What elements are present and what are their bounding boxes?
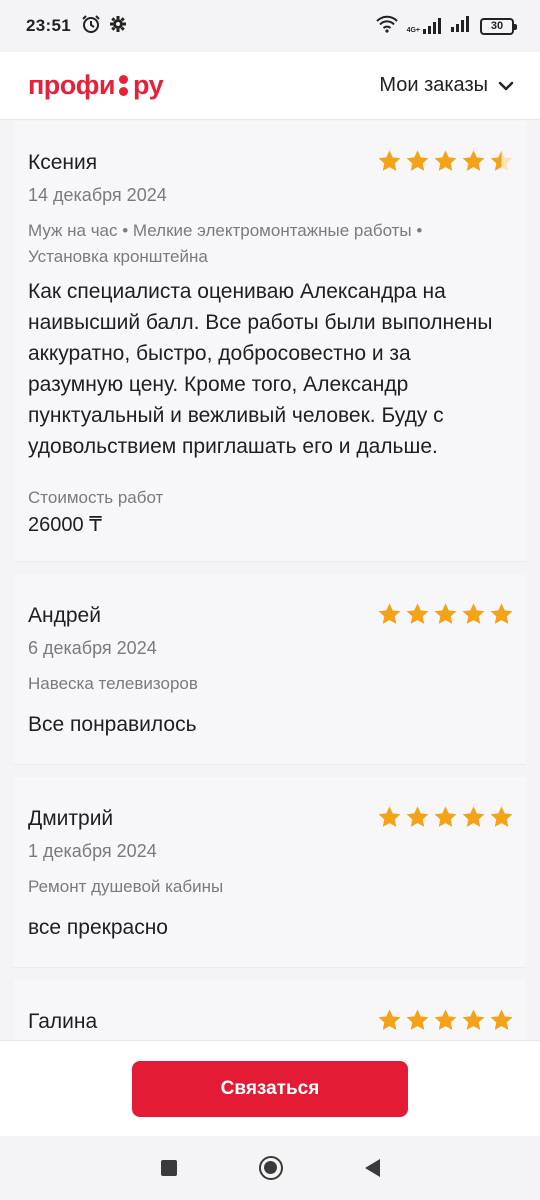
system-nav-bar [0,1136,540,1200]
back-icon[interactable] [364,1159,380,1177]
rating-stars [377,1008,514,1033]
star-half-icon [490,150,513,171]
cost-label: Стоимость работ [28,488,164,507]
star-full-icon [462,806,485,827]
my-orders-dropdown[interactable]: Мои заказы [379,74,514,97]
cost-value: 26000 ₸ [28,514,102,536]
review-card: Дмитрий 1 декабря 2024 Ремонт душевой ка… [14,777,526,968]
star-full-icon [378,1009,401,1030]
status-time: 23:51 [26,16,71,35]
recent-apps-icon[interactable] [160,1160,177,1176]
logo-dots-icon [116,74,132,97]
review-card: Андрей 6 декабря 2024 Навеска телевизоро… [14,574,526,765]
star-full-icon [406,603,429,624]
star-full-icon [462,150,485,171]
app-header: профи ру Мои заказы [0,52,540,120]
star-full-icon [490,806,513,827]
bottom-action-bar: Связаться [0,1040,540,1136]
status-bar: 23:51 4G+ 30 [0,0,540,52]
star-full-icon [434,603,457,624]
review-card: Галина [14,980,526,1041]
star-full-icon [378,806,401,827]
review-text: Как специалиста оцениваю Александра на н… [28,280,493,458]
review-services: Навеска телевизоров [28,674,198,693]
star-full-icon [462,603,485,624]
alarm-icon [81,14,101,39]
star-full-icon [462,1009,485,1030]
settings-gear-icon [109,15,127,38]
wifi-icon [375,15,399,38]
star-full-icon [406,1009,429,1030]
review-services: Муж на час • Мелкие электромонтажные раб… [28,221,423,266]
contact-button[interactable]: Связаться [132,1060,408,1117]
home-icon[interactable] [258,1156,283,1180]
review-date: 6 декабря 2024 [28,638,157,658]
review-services: Ремонт душевой кабины [28,877,224,896]
review-text: Все понравилось [28,713,197,736]
star-full-icon [378,150,401,171]
review-date: 14 декабря 2024 [28,185,167,205]
my-orders-label: Мои заказы [379,74,488,96]
star-full-icon [490,603,513,624]
signal-icon [450,15,472,37]
reviews-list[interactable]: Ксения 14 декабря 2024 Муж на час • Мелк… [0,121,540,1041]
star-full-icon [434,1009,457,1030]
star-full-icon [406,150,429,171]
review-date: 1 декабря 2024 [28,841,157,861]
star-full-icon [406,806,429,827]
star-full-icon [490,1009,513,1030]
review-card: Ксения 14 декабря 2024 Муж на час • Мелк… [14,121,526,562]
signal-4g-icon: 4G+ [407,18,442,34]
profi-logo[interactable]: профи ру [28,70,164,101]
rating-stars [377,805,514,830]
battery-icon: 30 [480,17,517,35]
star-full-icon [434,806,457,827]
rating-stars [377,602,514,627]
chevron-down-icon [498,74,514,97]
star-full-icon [434,150,457,171]
star-full-icon [378,603,401,624]
review-text: все прекрасно [28,916,168,939]
rating-stars [377,149,514,174]
